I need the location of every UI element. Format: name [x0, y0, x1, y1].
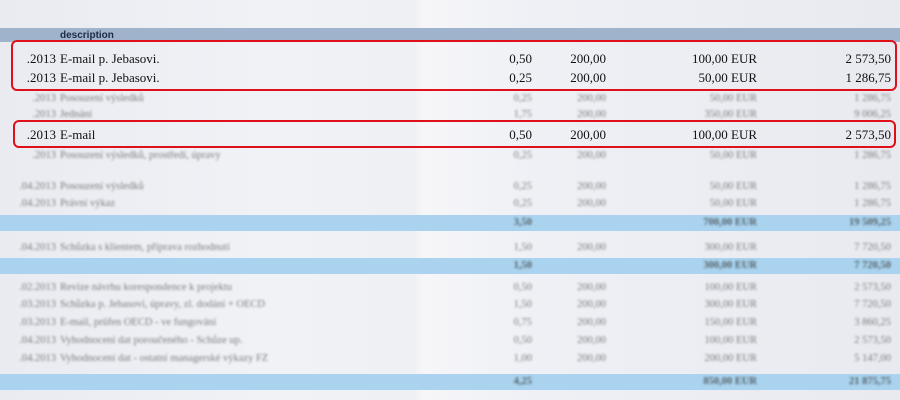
- subtotal-hours: 1,50: [513, 260, 532, 271]
- row-price: 50,00 EUR: [709, 150, 757, 161]
- row-date: .02.2013: [19, 282, 56, 293]
- row-rate: 200,00: [577, 282, 606, 293]
- row-total: 9 006,25: [854, 109, 891, 120]
- row-price: 50,00 EUR: [709, 198, 757, 209]
- row-date: .04.2013: [19, 242, 56, 253]
- row-price: 100,00 EUR: [704, 335, 758, 346]
- row-date: .04.2013: [19, 335, 56, 346]
- row-price: 150,00 EUR: [704, 317, 758, 328]
- row-rate: 200,00: [577, 198, 606, 209]
- row-description: Právní výkaz: [60, 198, 116, 209]
- row-date: .04.2013: [19, 181, 56, 192]
- row-price: 50,00 EUR: [709, 93, 757, 104]
- row-price: 200,00 EUR: [704, 353, 758, 364]
- row-rate: 200,00: [577, 353, 606, 364]
- subtotal-row: 3,50 700,00 EUR 19 509,25: [0, 215, 900, 231]
- row-description: Schůzka p. Jebasovi, úpravy, zl. dodání …: [60, 299, 265, 310]
- row-price: 300,00 EUR: [704, 242, 758, 253]
- row-date: .2013: [32, 150, 56, 161]
- table-row: .04.2013 Posouzení výsledků 0,25 200,00 …: [0, 179, 900, 197]
- row-description: Posouzení výsledků: [60, 93, 144, 104]
- table-row: .04.2013 Vyhodnocení dat - ostatní manag…: [0, 351, 900, 369]
- row-hours: 0,25: [513, 181, 532, 192]
- highlight-box-middle: [13, 120, 896, 148]
- row-description: Vyhodnocení dat - ostatní managerské výk…: [60, 353, 269, 364]
- row-hours: 0,75: [513, 317, 532, 328]
- table-row: .03.2013 Schůzka p. Jebasovi, úpravy, zl…: [0, 297, 900, 315]
- row-date: .03.2013: [19, 317, 56, 328]
- row-rate: 200,00: [577, 335, 606, 346]
- row-rate: 200,00: [577, 299, 606, 310]
- row-hours: 1,50: [513, 299, 532, 310]
- row-total: 3 860,25: [854, 317, 891, 328]
- subtotal-row: 4,25 850,00 EUR 21 875,75: [0, 374, 900, 390]
- table-row: .03.2013 E-mail, prüfen OECD - ve fungov…: [0, 315, 900, 333]
- row-total: 1 286,75: [854, 93, 891, 104]
- row-price: 100,00 EUR: [704, 282, 758, 293]
- row-hours: 0,50: [513, 282, 532, 293]
- scanned-invoice-page: description .2013 E-mail p. Jebasovi. 0,…: [0, 0, 900, 400]
- row-rate: 200,00: [577, 181, 606, 192]
- row-description: Jednání: [60, 109, 93, 120]
- row-rate: 200,00: [577, 150, 606, 161]
- row-total: 7 720,50: [854, 242, 891, 253]
- row-total: 2 573,50: [854, 282, 891, 293]
- row-price: 50,00 EUR: [709, 181, 757, 192]
- subtotal-hours: 4,25: [513, 376, 532, 387]
- row-date: .04.2013: [19, 353, 56, 364]
- subtotal-total: 21 875,75: [849, 376, 891, 387]
- row-description: Schůzka s klientem, příprava rozhodnutí: [60, 242, 230, 253]
- row-total: 2 573,50: [854, 335, 891, 346]
- row-description: Revize návrhu korespondence k projektu: [60, 282, 233, 293]
- row-description: Posouzení výsledků, prostředí, úpravy: [60, 150, 221, 161]
- row-rate: 200,00: [577, 93, 606, 104]
- row-description: E-mail, prüfen OECD - ve fungování: [60, 317, 217, 328]
- subtotal-total: 7 720,50: [854, 260, 891, 271]
- row-total: 1 286,75: [854, 181, 891, 192]
- row-hours: 0,25: [513, 150, 532, 161]
- row-date: .2013: [32, 93, 56, 104]
- table-row: .04.2013 Právní výkaz 0,25 200,00 50,00 …: [0, 196, 900, 214]
- row-total: 1 286,75: [854, 198, 891, 209]
- row-hours: 1,50: [513, 242, 532, 253]
- row-total: 1 286,75: [854, 150, 891, 161]
- row-rate: 200,00: [577, 317, 606, 328]
- row-description: Posouzení výsledků: [60, 181, 144, 192]
- table-row: .04.2013 Vyhodnocení dat poroučeného - S…: [0, 333, 900, 351]
- row-description: Vyhodnocení dat poroučeného - Schůze up.: [60, 335, 243, 346]
- row-price: 300,00 EUR: [704, 299, 758, 310]
- row-hours: 1,75: [513, 109, 532, 120]
- subtotal-price: 700,00 EUR: [703, 217, 757, 228]
- table-row: .2013 Posouzení výsledků, prostředí, úpr…: [0, 148, 900, 166]
- row-rate: 200,00: [577, 242, 606, 253]
- row-total: 7 720,50: [854, 299, 891, 310]
- row-hours: 0,25: [513, 93, 532, 104]
- subtotal-hours: 3,50: [513, 217, 532, 228]
- row-date: .04.2013: [19, 198, 56, 209]
- row-hours: 1,00: [513, 353, 532, 364]
- subtotal-price: 850,00 EUR: [703, 376, 757, 387]
- table-row: .04.2013 Schůzka s klientem, příprava ro…: [0, 240, 900, 258]
- row-date: .03.2013: [19, 299, 56, 310]
- row-date: .2013: [32, 109, 56, 120]
- row-total: 5 147,00: [854, 353, 891, 364]
- subtotal-price: 300,00 EUR: [703, 260, 757, 271]
- row-price: 350,00 EUR: [704, 109, 758, 120]
- highlight-box-top: [11, 40, 897, 91]
- subtotal-row: 1,50 300,00 EUR 7 720,50: [0, 258, 900, 274]
- subtotal-total: 19 509,25: [849, 217, 891, 228]
- table-row: .02.2013 Revize návrhu korespondence k p…: [0, 280, 900, 298]
- row-hours: 0,25: [513, 198, 532, 209]
- row-rate: 200,00: [577, 109, 606, 120]
- row-hours: 0,50: [513, 335, 532, 346]
